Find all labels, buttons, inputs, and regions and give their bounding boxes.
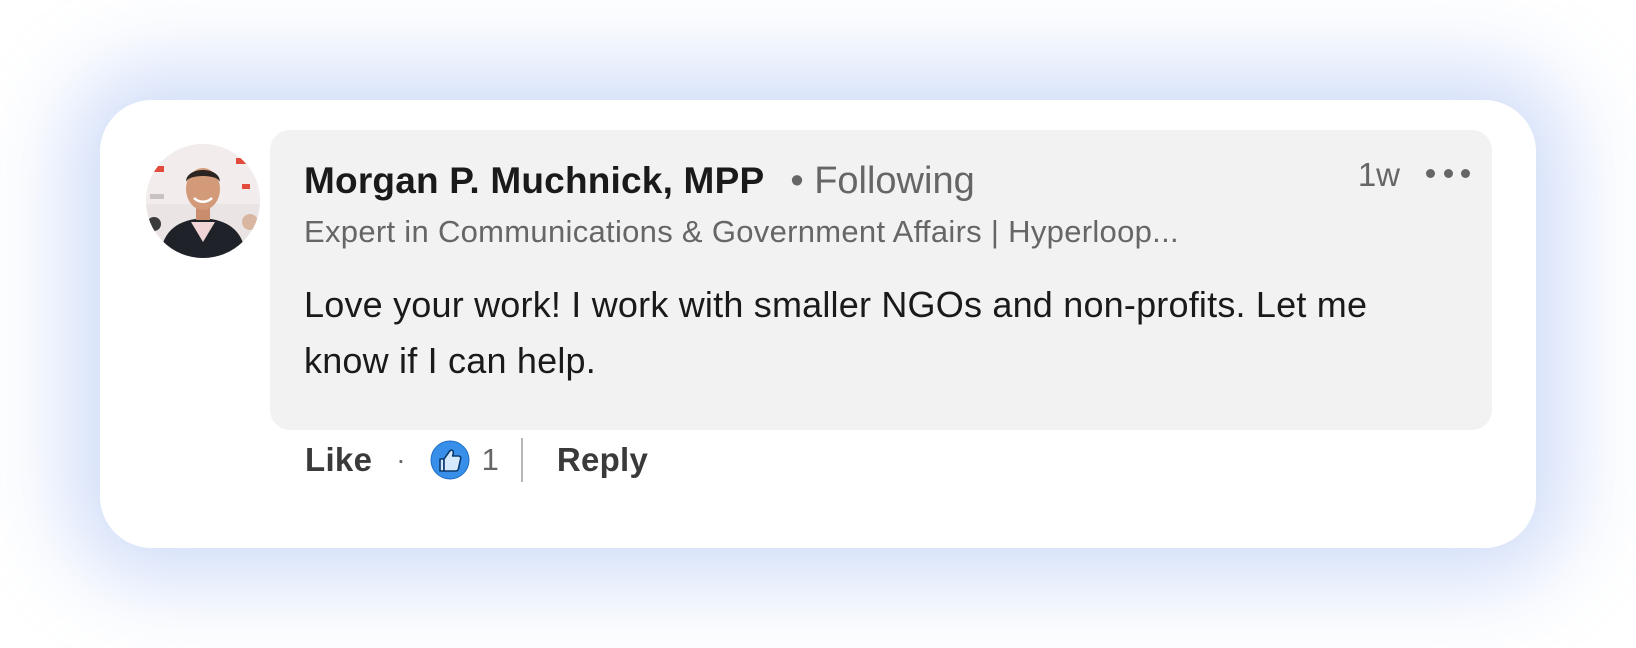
avatar-photo <box>146 144 260 258</box>
author-headline: Expert in Communications & Government Af… <box>304 214 1179 249</box>
ellipsis-icon[interactable] <box>1426 158 1470 188</box>
ellipsis-dot <box>1443 168 1453 178</box>
following-status: • Following <box>790 160 975 202</box>
author-row: Morgan P. Muchnick, MPP • Following <box>304 160 975 203</box>
comment-timestamp[interactable]: 1w <box>1358 156 1400 194</box>
comment-bubble: Morgan P. Muchnick, MPP • Following 1w E… <box>270 130 1492 430</box>
ellipsis-dot <box>1426 168 1435 178</box>
screenshot-stage: Morgan P. Muchnick, MPP • Following 1w E… <box>0 0 1636 648</box>
comment-card: Morgan P. Muchnick, MPP • Following 1w E… <box>100 100 1536 548</box>
author-avatar[interactable] <box>146 144 260 258</box>
author-name[interactable]: Morgan P. Muchnick, MPP <box>304 160 764 202</box>
reply-button[interactable]: Reply <box>557 441 648 479</box>
ellipsis-dot <box>1461 168 1470 178</box>
comment-actions: Like · 1 Reply <box>305 435 648 485</box>
action-separator: · <box>396 444 406 475</box>
like-reaction-icon[interactable] <box>430 440 470 480</box>
comment-text: Love your work! I work with smaller NGOs… <box>304 284 1368 381</box>
like-button[interactable]: Like <box>305 441 372 479</box>
action-divider <box>520 438 523 482</box>
reaction-count[interactable]: 1 <box>482 442 499 478</box>
